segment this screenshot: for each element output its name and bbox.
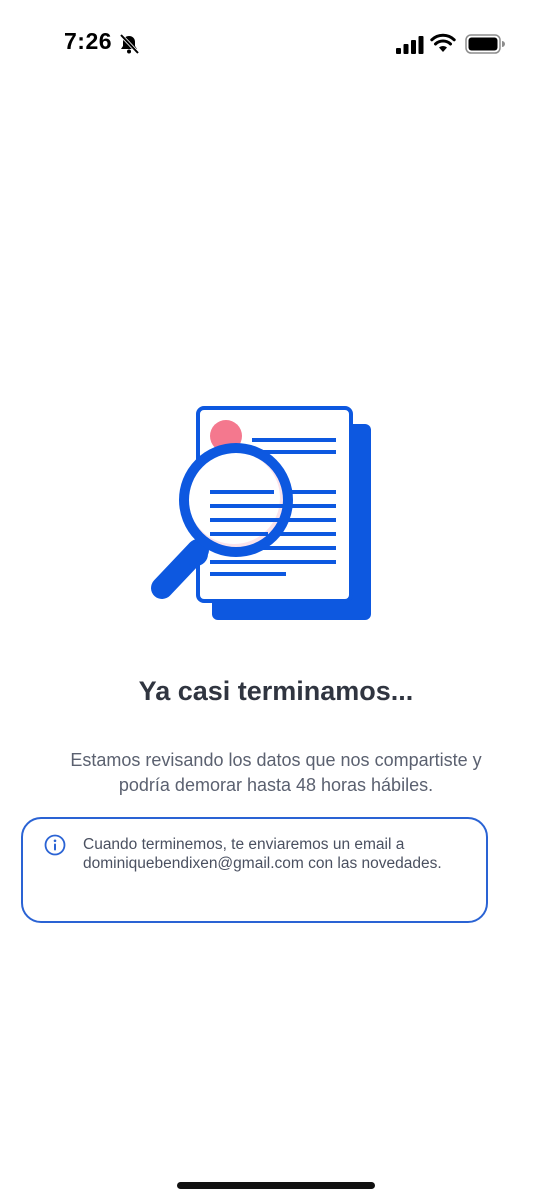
home-indicator[interactable] [177,1182,375,1189]
description-line-1: Estamos revisando los datos que nos comp… [70,750,482,770]
bell-slash-icon [119,34,140,54]
status-time: 7:26 [64,28,113,54]
status-bar: 7:26 [0,0,552,90]
info-text: Cuando terminemos, te enviaremos un emai… [83,835,483,873]
document-magnifier-illustration [151,406,371,620]
info-box: Cuando terminemos, te enviaremos un emai… [21,817,488,923]
battery-icon [465,34,505,54]
page-title: Ya casi terminamos... [138,676,414,706]
description-line-2: podría demorar hasta 48 horas hábiles. [118,775,434,795]
wifi-icon [430,33,456,52]
info-icon [44,834,66,856]
info-text-line-1: Cuando terminemos, te enviaremos un emai… [83,836,405,853]
signal-bars-icon [396,36,424,54]
description-text: Estamos revisando los datos que nos comp… [20,748,532,798]
info-text-line-2: dominiquebendixen@gmail.com con las nove… [83,855,442,872]
